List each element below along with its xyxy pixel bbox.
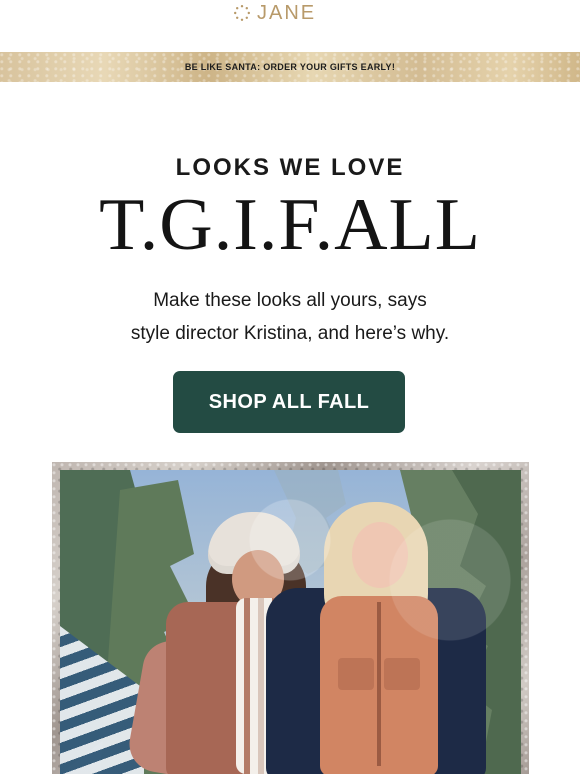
brand-logo[interactable]: JANE — [233, 0, 316, 26]
hero-description: Make these looks all yours, says style d… — [60, 284, 520, 350]
model-right-face — [352, 522, 408, 588]
brand-name: JANE — [257, 1, 317, 24]
jumpsuit-placket — [377, 602, 381, 766]
header: JANE — [0, 0, 580, 52]
hero-description-line-2: style director Kristina, and here’s why. — [130, 323, 450, 344]
sparkle-ring-icon — [234, 5, 250, 21]
right-chest-pocket — [384, 658, 420, 690]
hero-description-line-1: Make these looks all yours, says — [153, 290, 427, 311]
page-title: T.G.I.F.ALL — [99, 184, 481, 266]
left-chest-pocket — [338, 658, 374, 690]
hero-image[interactable] — [60, 470, 521, 774]
section-eyebrow: LOOKS WE LOVE — [175, 154, 405, 181]
promo-banner-text: BE LIKE SANTA: ORDER YOUR GIFTS EARLY! — [184, 62, 396, 72]
promo-banner[interactable]: BE LIKE SANTA: ORDER YOUR GIFTS EARLY! — [0, 52, 580, 82]
hero-image-frame[interactable] — [52, 462, 529, 774]
shop-all-fall-button[interactable]: SHOP ALL FALL — [173, 371, 405, 433]
